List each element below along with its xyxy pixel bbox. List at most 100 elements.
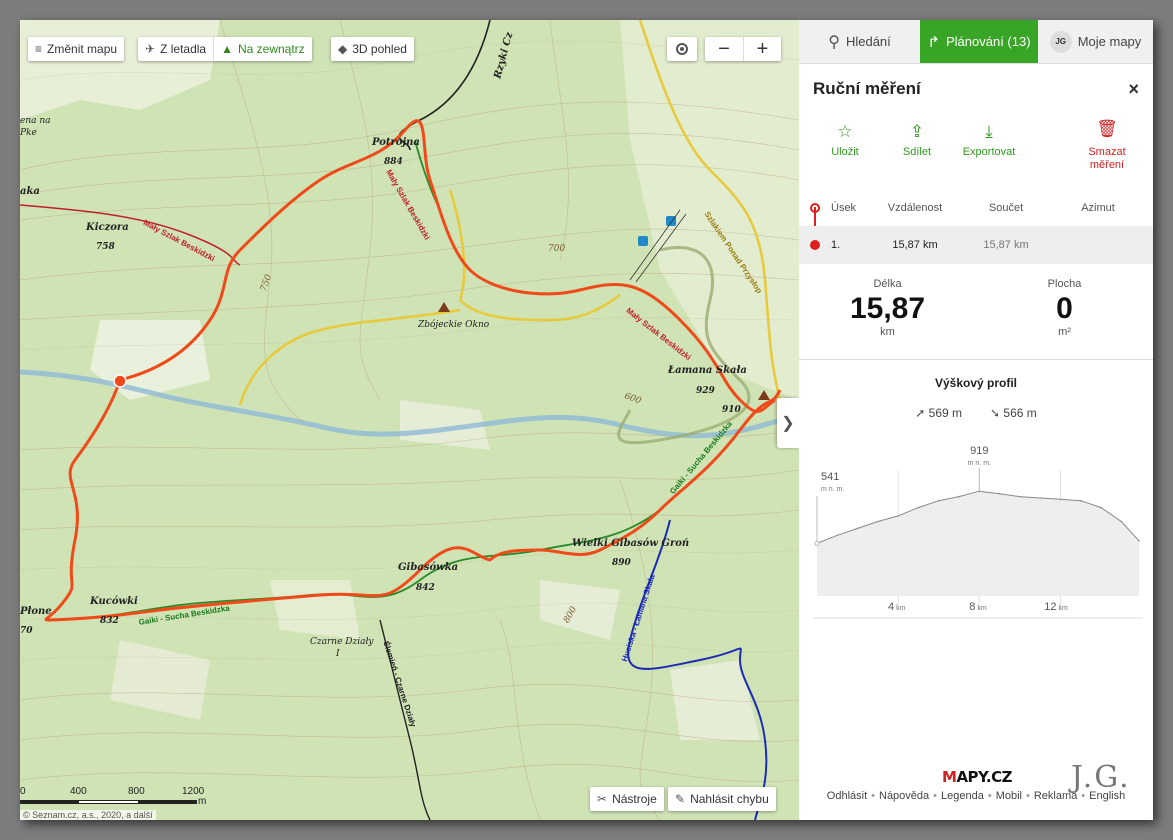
label-gibasowka: Gibasówka — [398, 562, 459, 573]
descent-stat: ➘ 566 m — [990, 406, 1037, 420]
elev-kucowki: 832 — [100, 616, 119, 626]
footer-link-mobile[interactable]: Mobil — [996, 790, 1022, 802]
label-kucowki: Kucówki — [90, 596, 138, 607]
x-tick-unit-3: km — [1058, 605, 1068, 612]
climb-stats: ➚ 569 m ➘ 566 m — [799, 406, 1153, 420]
tab-planning-label: Plánování (13) — [946, 34, 1031, 49]
panel-tabs: ⚲ Hledání ↱ Plánování (13) JG Moje mapy — [799, 20, 1153, 64]
start-elevation-label: 541 — [821, 471, 839, 483]
locate-button[interactable] — [667, 37, 697, 61]
footer-link-logout[interactable]: Odhlásit — [827, 790, 867, 802]
save-button[interactable]: ☆ Uložit — [809, 114, 881, 172]
pencil-icon: ✎ — [675, 792, 686, 806]
label-lena: ena na — [20, 116, 51, 126]
footer-links: Odhlásit • Nápověda • Legenda • Mobil • Rekl… — [826, 790, 1126, 802]
tab-search[interactable]: ⚲ Hledání — [799, 20, 920, 63]
layers-icon: ≡ — [35, 42, 43, 56]
contour-label-700: 700 — [548, 244, 566, 254]
label-plone: Płone — [20, 606, 52, 617]
from-plane-label: Z letadla — [160, 42, 207, 56]
report-error-label: Nahlásit chybu — [690, 792, 769, 806]
tab-my-maps[interactable]: JG Moje mapy — [1038, 20, 1153, 63]
close-icon[interactable]: × — [1128, 79, 1139, 100]
share-icon: ⇪ — [909, 122, 925, 141]
area-stat: Plocha 0 m² — [976, 264, 1153, 359]
elev-wielki: 890 — [612, 558, 631, 568]
map-scale: 0 400 800 1200 m — [20, 786, 220, 807]
outdoor-label: Na zewnątrz — [237, 42, 305, 56]
label-czarne-sub: I — [336, 649, 340, 659]
label-pke: Pke — [20, 128, 37, 138]
elevation-point — [1039, 497, 1041, 499]
delete-label-2: měření — [1089, 159, 1125, 171]
footer-link-english[interactable]: English — [1089, 790, 1125, 802]
mapy-logo[interactable]: MAPY.CZ — [942, 768, 1013, 786]
elevation-point — [1059, 498, 1062, 501]
header-segment: Úsek — [831, 202, 857, 214]
footer-link-legend[interactable]: Legenda — [941, 790, 984, 802]
trash-icon: 🗑 — [1096, 119, 1118, 138]
footer-link-help[interactable]: Nápověda — [879, 790, 929, 802]
elevation-point — [998, 493, 1001, 495]
star-icon: ☆ — [837, 122, 853, 141]
label-czarne: Czarne Działy — [310, 637, 374, 647]
change-map-button[interactable]: ≡ Změnit mapu — [28, 37, 125, 61]
elevation-point — [1019, 495, 1021, 498]
end-pin-icon — [810, 240, 820, 250]
panel-title: Ruční měření — [813, 79, 921, 98]
zoom-out-button[interactable]: − — [705, 37, 743, 61]
map-copyright[interactable]: © Seznam.cz, a.s., 2020, a další — [20, 810, 156, 820]
zoom-controls: − + — [705, 37, 781, 61]
panel-header: Ruční měření × — [799, 64, 1153, 114]
x-tick-unit-1: km — [896, 605, 906, 612]
scale-label-0: 0 — [20, 786, 26, 797]
area-label: Plocha — [1047, 278, 1082, 290]
elev-potrojna: 884 — [384, 157, 403, 167]
tools-button[interactable]: ✂ Nástroje — [590, 787, 664, 811]
route-icon: ↱ — [927, 33, 940, 51]
length-value: 15,87 — [849, 292, 926, 325]
table-row[interactable]: 1. 15,87 km 15,87 km — [799, 226, 1153, 264]
footer-link-ads[interactable]: Reklama — [1034, 790, 1077, 802]
header-azimuth: Azimut — [1081, 202, 1115, 214]
collapse-panel-button[interactable]: ❯ — [777, 398, 799, 448]
view-3d-button[interactable]: ◆ 3D pohled — [331, 37, 414, 61]
x-tick-unit-2: km — [977, 605, 987, 612]
map-canvas[interactable]: Kiczora 758 Potrojna 884 Zbójeckie Okno … — [20, 20, 799, 820]
elevation-point — [856, 527, 859, 530]
ascent-value: 569 m — [928, 406, 962, 420]
length-unit: km — [880, 326, 895, 338]
outdoor-button[interactable]: ▲ Na zewnątrz — [214, 37, 312, 61]
tools-icon: ✂ — [597, 792, 608, 806]
avatar: JG — [1049, 30, 1072, 53]
locate-icon — [676, 43, 688, 55]
map-mode-group: ✈ Z letadla ▲ Na zewnątrz — [138, 37, 312, 61]
scale-bar — [20, 800, 197, 804]
chevron-right-icon: ❯ — [781, 415, 795, 432]
from-plane-button[interactable]: ✈ Z letadla — [138, 37, 215, 61]
elevation-point — [897, 515, 899, 517]
action-bar: ☆ Uložit ⇪ Sdílet ⤓ Exportovat 🗑 Smazat … — [799, 114, 1153, 172]
label-lamana: Łamana Skała — [668, 365, 747, 376]
export-button[interactable]: ⤓ Exportovat — [953, 114, 1025, 172]
zoom-in-button[interactable]: + — [743, 37, 781, 61]
tools-label: Nástroje — [612, 792, 657, 806]
elevation-point — [958, 495, 960, 498]
elevation-point — [1138, 540, 1140, 542]
report-error-button[interactable]: ✎ Nahlásit chybu — [668, 787, 776, 811]
share-button[interactable]: ⇪ Sdílet — [881, 114, 953, 172]
share-label: Sdílet — [902, 146, 932, 158]
area-value: 0 — [1056, 292, 1073, 325]
elevation-point — [1100, 506, 1102, 509]
tab-planning[interactable]: ↱ Plánování (13) — [920, 20, 1038, 63]
cube-icon: ◆ — [338, 42, 348, 56]
profile-title: Výškový profil — [934, 376, 1018, 390]
save-label: Uložit — [831, 146, 859, 158]
label-laka: aka — [20, 186, 40, 197]
tab-search-label: Hledání — [845, 34, 891, 49]
elevation-chart[interactable]: 919 m n. m. 541 m n. m. 4 km 8 km 12 km — [813, 440, 1143, 620]
plane-icon: ✈ — [145, 42, 156, 56]
elev-910: 910 — [722, 405, 741, 415]
start-marker — [814, 540, 820, 546]
delete-measurement-button[interactable]: 🗑 Smazat měření — [1071, 114, 1143, 172]
